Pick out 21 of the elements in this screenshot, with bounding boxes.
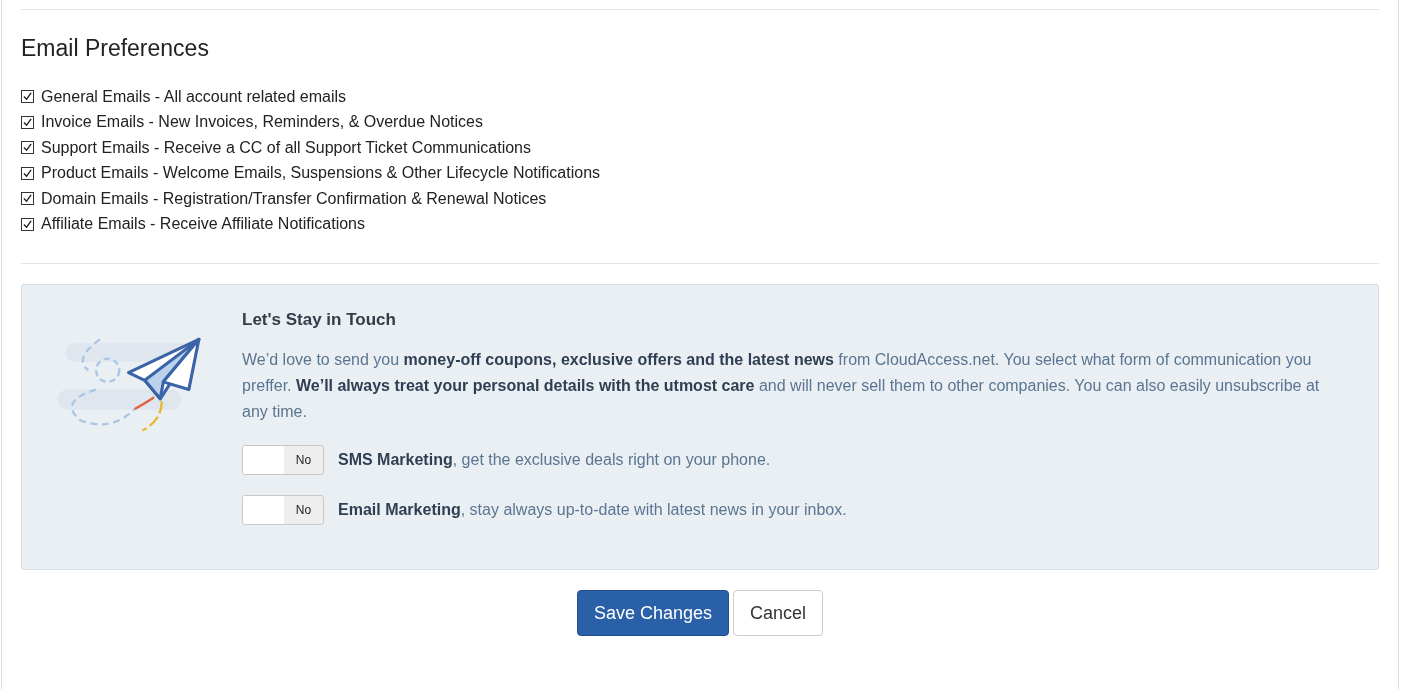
panel-title: Let's Stay in Touch [242, 309, 397, 331]
checkbox[interactable] [21, 166, 34, 180]
checkbox-label: Support Emails - Receive a CC of all Support Ticket Communications [41, 137, 531, 158]
marketing-option-text: Email Marketing, stay always up-to-date with latest news in your inbox. [338, 499, 847, 520]
checkbox[interactable] [21, 217, 34, 231]
checkbox-label: Product Emails - Welcome Emails, Suspensions & Other Lifecycle Notifications [41, 163, 601, 184]
cancel-button[interactable]: Cancel [733, 590, 824, 636]
checkbox[interactable] [21, 90, 34, 104]
save-button[interactable]: Save Changes [576, 590, 730, 636]
toggle-switch[interactable]: No [242, 494, 324, 525]
panel-description: We’d love to send you money-off coupons, exclusive offers and the latest news from CloudAccess.net. You select what form of communication you preffer. We’ll always treat your personal details with the utmost care and will never sell them to other companies. You can also easily unsubscribe at any time. [242, 349, 1321, 422]
toggle-switch[interactable]: No [242, 444, 324, 475]
marketing-option-text: SMS Marketing, get the exclusive deals right on your phone. [338, 449, 771, 470]
checkbox[interactable] [21, 141, 34, 155]
checkbox[interactable] [21, 115, 34, 129]
checkbox-label: Invoice Emails - New Invoices, Reminders, & Overdue Notices [41, 112, 483, 133]
checkbox-label: Domain Emails - Registration/Transfer Confirmation & Renewal Notices [41, 188, 547, 209]
checkbox[interactable] [21, 192, 34, 206]
checkbox-label: General Emails - All account related emails [41, 86, 347, 107]
section-title: Email Preferences [21, 34, 210, 62]
checkbox-label: Affiliate Emails - Receive Affiliate Notifications [41, 214, 365, 235]
